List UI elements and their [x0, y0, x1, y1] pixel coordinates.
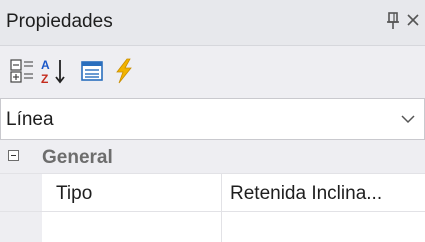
property-pages-button[interactable]	[78, 56, 106, 86]
row-gutter	[0, 212, 42, 242]
events-button[interactable]	[110, 56, 138, 86]
svg-text:Z: Z	[41, 72, 48, 85]
property-name: Tipo	[56, 183, 93, 204]
pin-icon[interactable]	[386, 11, 400, 31]
selected-object-label: Línea	[6, 109, 54, 130]
toolbar: A Z	[0, 46, 425, 98]
property-grid: General Tipo Retenida Inclina...	[0, 140, 425, 242]
category-row-general[interactable]: General	[0, 140, 425, 174]
row-gutter	[0, 174, 42, 211]
close-icon[interactable]	[405, 9, 423, 31]
object-selector-dropdown[interactable]: Línea	[0, 98, 425, 140]
chevron-down-icon[interactable]	[398, 111, 418, 127]
panel-title: Propiedades	[6, 11, 113, 32]
categorized-icon	[10, 59, 33, 83]
svg-text:A: A	[41, 58, 50, 72]
categorized-button[interactable]	[8, 56, 36, 86]
events-icon	[116, 58, 132, 84]
alphabetical-icon: A Z	[41, 58, 65, 85]
column-divider	[221, 212, 222, 242]
properties-page-icon	[81, 61, 103, 81]
property-row-tipo[interactable]: Tipo Retenida Inclina...	[0, 174, 425, 212]
property-value[interactable]: Retenida Inclina...	[230, 183, 382, 205]
alphabetical-button[interactable]: A Z	[40, 56, 68, 86]
title-bar: Propiedades	[0, 0, 425, 46]
empty-grid-area	[0, 212, 425, 242]
category-label: General	[42, 147, 113, 168]
collapse-icon[interactable]	[8, 150, 19, 161]
column-divider[interactable]	[221, 174, 222, 211]
